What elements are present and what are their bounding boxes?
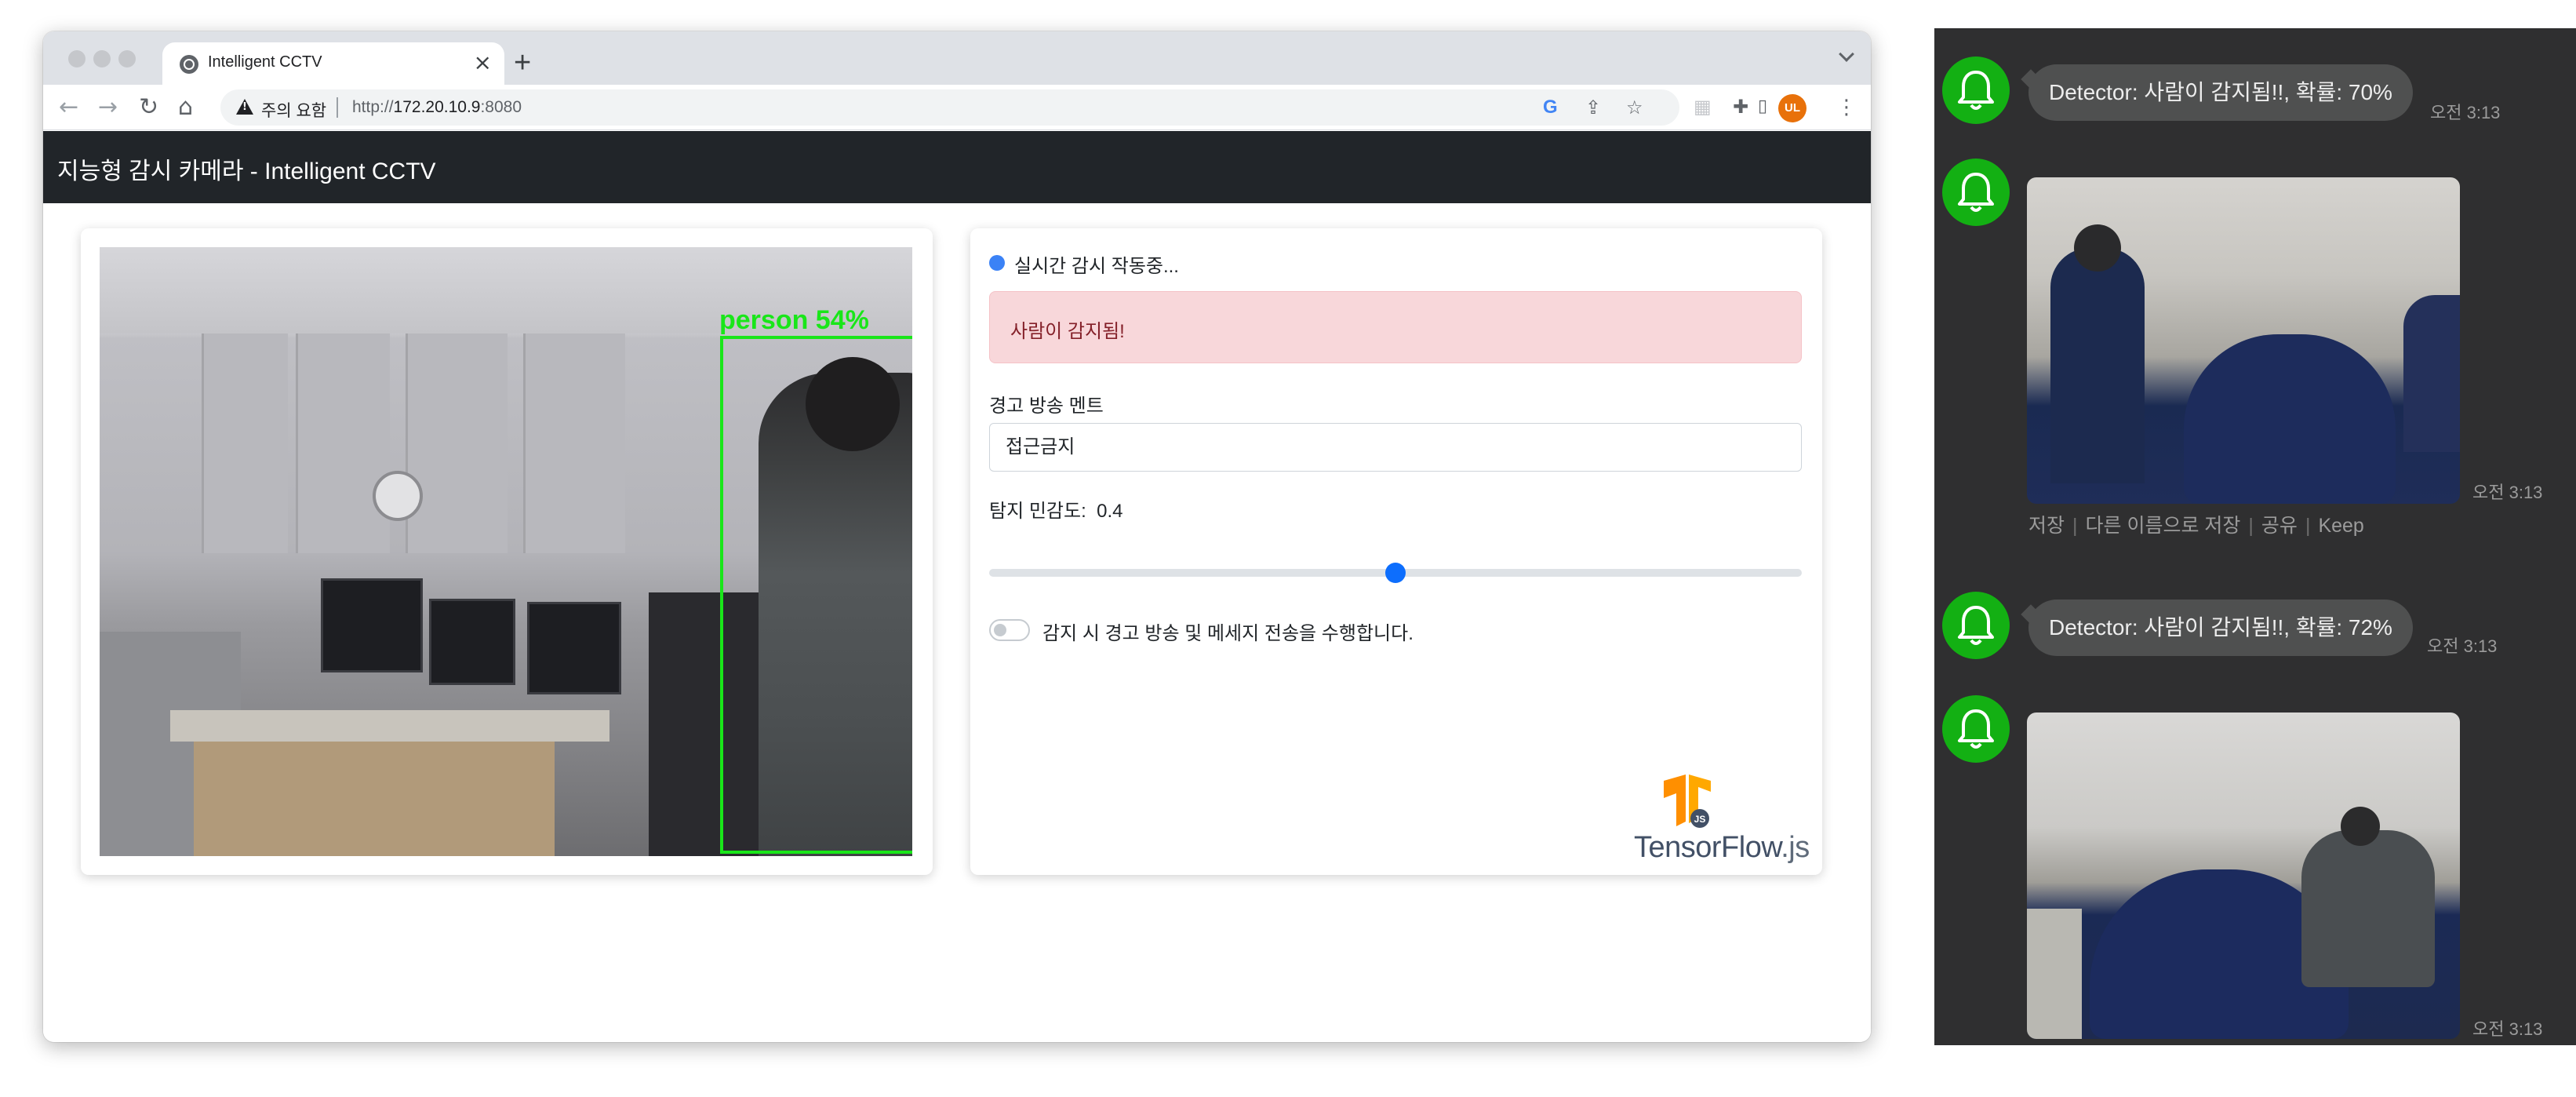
chat-panel: Detector: 사람이 감지됨!!, 확률: 70% 오전 3:13 오전 … [1934, 28, 2576, 1045]
alert-toggle-switch[interactable] [989, 619, 1030, 641]
bell-icon [1942, 159, 2010, 226]
side-panel-icon[interactable]: ▯ [1758, 96, 1767, 118]
window-zoom-button[interactable] [118, 50, 136, 67]
bell-icon [1942, 56, 2010, 124]
tab-title: Intelligent CCTV [208, 53, 322, 71]
photo-person [2050, 248, 2145, 483]
feed-wall-clock [373, 471, 423, 521]
photo-shelf [2027, 909, 2082, 1039]
control-card: 실시간 감시 작동중... 사람이 감지됨! 경고 방송 멘트 접근금지 탐지 … [970, 228, 1822, 875]
new-tab-button[interactable]: + [514, 46, 531, 80]
feed-monitor [429, 599, 515, 685]
feed-wall-panel [202, 333, 288, 553]
home-icon[interactable]: ⌂ [178, 93, 193, 122]
forward-arrow-icon[interactable]: → [98, 93, 118, 122]
alert-text: 사람이 감지됨! [1010, 321, 1125, 342]
message-time: 오전 3:13 [2427, 636, 2498, 656]
warning-triangle-icon [236, 99, 253, 115]
feed-monitor [321, 578, 423, 672]
video-card: person 54% [81, 228, 933, 875]
message-time: 오전 3:13 [2472, 1019, 2543, 1039]
navbar: 지능형 감시 카메라 - Intelligent CCTV [43, 131, 1871, 203]
tensorflow-logo-icon: JS [1664, 774, 1711, 828]
feed-wall-panel [406, 333, 508, 553]
sensitivity-value: 0.4 [1097, 501, 1123, 522]
google-lens-icon[interactable]: G [1543, 97, 1558, 118]
reload-icon[interactable]: ↻ [139, 93, 158, 122]
window-minimize-button[interactable] [93, 50, 111, 67]
feed-wall-panel [296, 333, 390, 553]
page-content: 지능형 감시 카메라 - Intelligent CCTV person 54%… [43, 131, 1871, 1042]
status-text: 실시간 감시 작동중... [1014, 256, 1179, 277]
warning-message-label: 경고 방송 멘트 [989, 395, 1104, 417]
extension-icon[interactable]: ▦ [1694, 96, 1712, 118]
detection-label: person 54% [719, 305, 869, 335]
address-bar[interactable]: 주의 요함 http://172.20.10.9:8080 G ⇪ ☆ [220, 89, 1679, 126]
browser-menu-icon[interactable]: ⋮ [1836, 94, 1857, 121]
browser-toolbar: ← → ↻ ⌂ 주의 요함 http://172.20.10.9:8080 G … [43, 85, 1871, 130]
detection-bounding-box [720, 336, 912, 854]
photo-person [2301, 830, 2435, 987]
tab-search-chevron-icon[interactable] [1839, 46, 1854, 62]
app-title[interactable]: 지능형 감시 카메라 - Intelligent CCTV [57, 151, 436, 186]
photo-person [2403, 295, 2460, 452]
bookmark-star-icon[interactable]: ☆ [1626, 97, 1643, 118]
message-time: 오전 3:13 [2472, 483, 2543, 502]
photo-chair [2184, 334, 2396, 504]
status-indicator-dot [989, 255, 1005, 271]
warning-message-input[interactable]: 접근금지 [989, 423, 1802, 472]
feed-monitor [527, 602, 621, 694]
sensitivity-label: 탐지 민감도: 0.4 [989, 501, 1123, 522]
tab-intelligent-cctv[interactable]: Intelligent CCTV × [162, 42, 504, 85]
chat-image-attachment[interactable] [2027, 713, 2460, 1039]
chat-image-attachment[interactable] [2027, 177, 2460, 504]
browser-window: Intelligent CCTV × + ← → ↻ ⌂ 주의 요함 http:… [43, 31, 1871, 1042]
svg-text:JS: JS [1694, 814, 1706, 825]
window-close-button[interactable] [68, 50, 86, 67]
alert-toggle-label[interactable]: 감지 시 경고 방송 및 메세지 전송을 수행합니다. [1042, 618, 1414, 645]
sensitivity-slider-thumb[interactable] [1385, 563, 1406, 583]
save-as-link[interactable]: 다른 이름으로 저장 [2086, 515, 2241, 537]
chat-message-bubble[interactable]: Detector: 사람이 감지됨!!, 확률: 72% [2028, 600, 2413, 656]
switch-knob [994, 624, 1006, 636]
camera-feed: person 54% [100, 247, 912, 856]
keep-link[interactable]: Keep [2318, 515, 2363, 537]
address-divider [337, 97, 338, 118]
photo-person-head [2074, 224, 2121, 272]
back-arrow-icon[interactable]: ← [59, 93, 78, 122]
feed-desk-front [194, 742, 555, 856]
bell-icon [1942, 695, 2010, 763]
bell-icon [1942, 592, 2010, 659]
profile-avatar[interactable]: UL [1778, 94, 1806, 122]
photo-person-head [2341, 807, 2380, 846]
image-action-links: 저장 | 다른 이름으로 저장 | 공유 | Keep [2028, 515, 2364, 537]
feed-wall-panel [523, 333, 625, 553]
share-icon[interactable]: ⇪ [1585, 97, 1601, 118]
globe-icon [180, 55, 198, 74]
security-warning-text[interactable]: 주의 요함 [261, 98, 326, 122]
save-link[interactable]: 저장 [2028, 515, 2065, 537]
feed-desk [170, 710, 609, 742]
chat-message-bubble[interactable]: Detector: 사람이 감지됨!!, 확률: 70% [2028, 64, 2413, 121]
puzzle-extensions-icon[interactable]: ✚ [1733, 96, 1748, 118]
share-link[interactable]: 공유 [2261, 515, 2298, 537]
detection-alert: 사람이 감지됨! [989, 291, 1802, 363]
tab-close-button[interactable]: × [474, 49, 492, 77]
tensorflow-wordmark: TensorFlow.js [1634, 831, 1810, 864]
url-text[interactable]: http://172.20.10.9:8080 [352, 98, 522, 117]
message-time: 오전 3:13 [2430, 103, 2501, 122]
tab-strip: Intelligent CCTV × + [43, 31, 1871, 85]
